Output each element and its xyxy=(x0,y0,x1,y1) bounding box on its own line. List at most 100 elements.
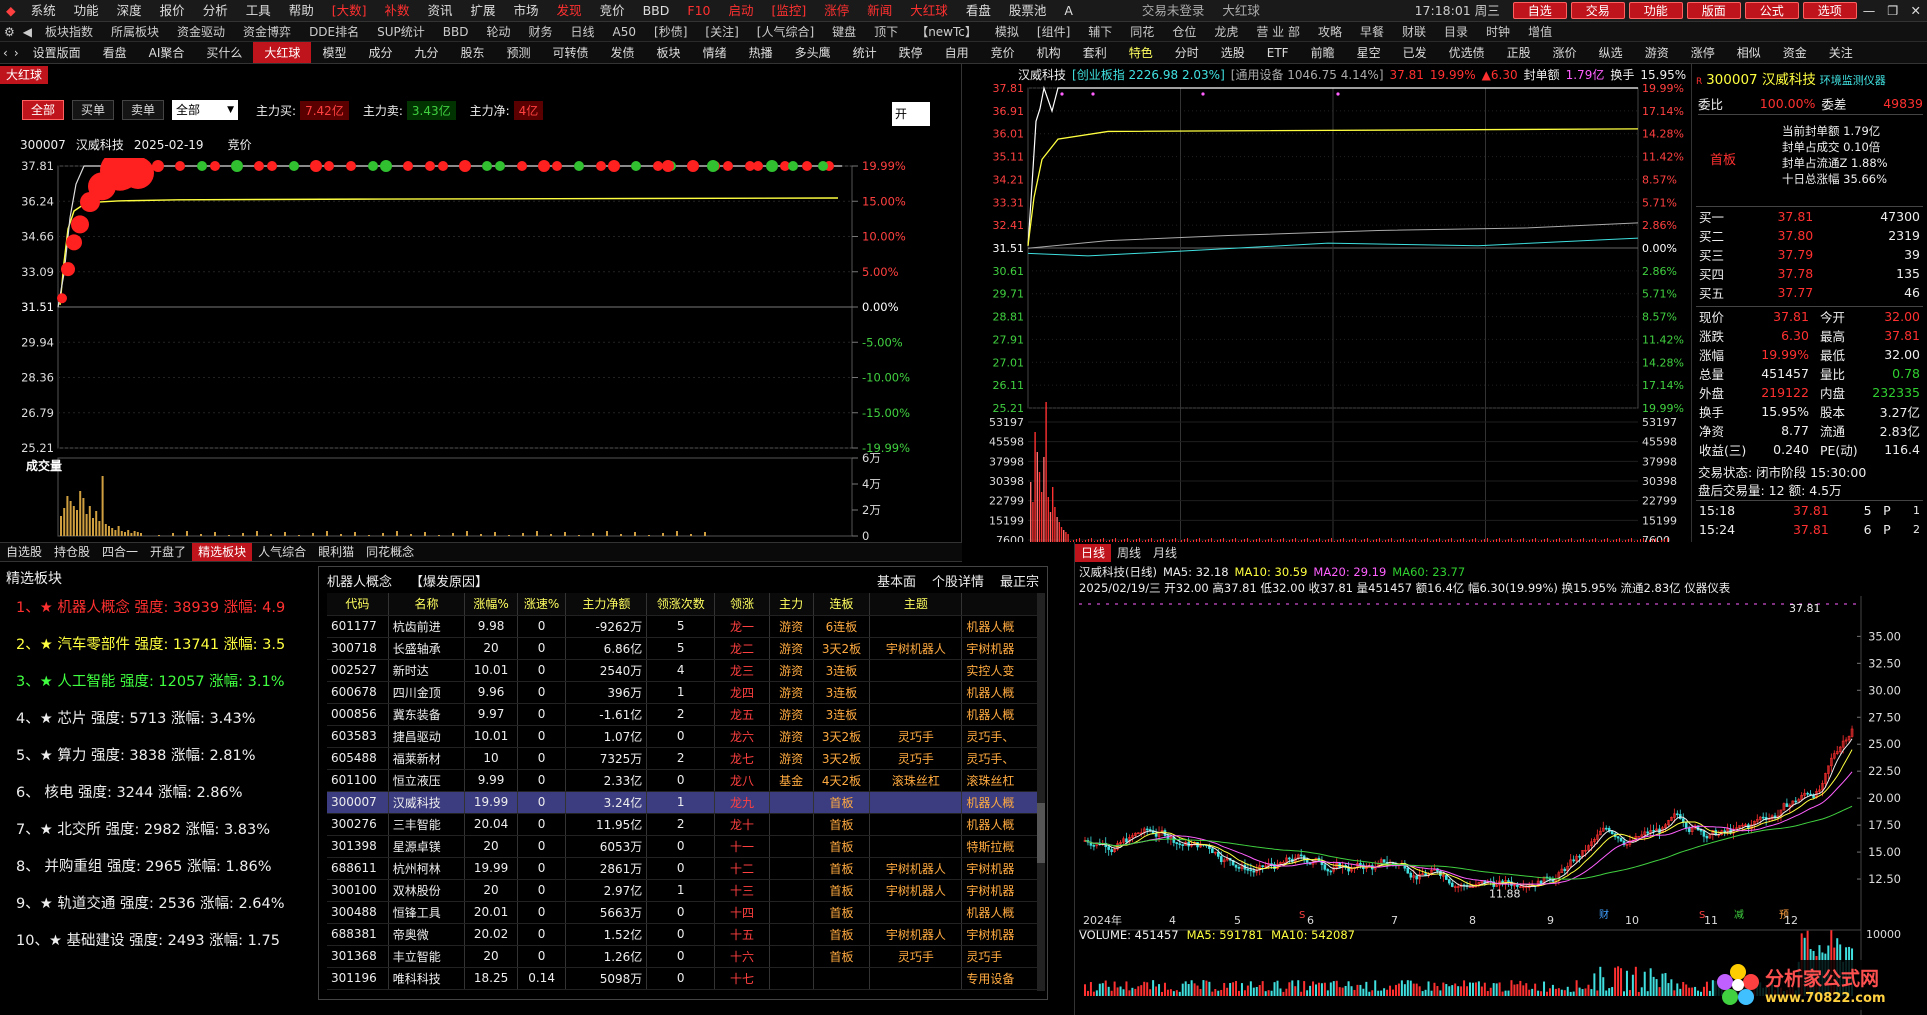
menu-item[interactable]: 市场 xyxy=(505,0,548,21)
nav-item[interactable]: 资金 xyxy=(1772,42,1818,63)
bottom-tab[interactable]: 人气综合 xyxy=(252,543,312,561)
menu-item[interactable]: 发现 xyxy=(548,0,591,21)
table-row[interactable]: 300718 长盛轴承 20 0 6.86亿 5 龙二 游资 3天2板 宇树机器人 宇树机器 xyxy=(327,637,1039,660)
toolbar-item[interactable]: 龙虎 xyxy=(1205,22,1247,41)
nav-item[interactable]: 跌停 xyxy=(888,42,934,63)
menu-item[interactable]: 深度 xyxy=(108,0,151,21)
toolbar-item[interactable]: 仓位 xyxy=(1163,22,1205,41)
nav-item[interactable]: 套利 xyxy=(1072,42,1118,63)
table-row[interactable]: 300007 汉威科技 19.99 0 3.24亿 1 龙九 首板 机器人概 xyxy=(327,791,1039,814)
bottom-tab[interactable]: 眼利猫 xyxy=(312,543,360,561)
toolbar-item[interactable]: 早餐 xyxy=(1351,22,1393,41)
nav-item[interactable]: 优选债 xyxy=(1438,42,1496,63)
nav-item[interactable]: 可转债 xyxy=(542,42,600,63)
toolbar-item[interactable]: DDE排名 xyxy=(300,22,368,41)
nav-item[interactable]: 星空 xyxy=(1346,42,1392,63)
nav-item[interactable]: 竞价 xyxy=(980,42,1026,63)
filter-all-button[interactable]: 全部 xyxy=(22,100,65,120)
formula-button[interactable]: 公式 xyxy=(1744,2,1799,19)
toolbar-item[interactable]: 键盘 xyxy=(823,22,865,41)
nav-item[interactable]: 预测 xyxy=(496,42,542,63)
toolbar-item[interactable]: SUP统计 xyxy=(368,22,434,41)
menu-item[interactable]: 大红球 xyxy=(901,0,957,21)
nav-item[interactable]: 正股 xyxy=(1496,42,1542,63)
nav-item[interactable]: 买什么 xyxy=(195,42,253,63)
nav-item[interactable]: 特色 xyxy=(1118,42,1164,63)
toolbar-item[interactable]: 模拟 xyxy=(986,22,1028,41)
menu-item[interactable]: 系统 xyxy=(22,0,65,21)
toolbar-item[interactable]: [人气综合] xyxy=(748,22,823,41)
bottom-tab[interactable]: 开盘了 xyxy=(144,543,192,561)
menu-item[interactable]: BBD xyxy=(634,0,679,21)
toolbar-item[interactable]: 板块指数 xyxy=(36,22,102,41)
column-header[interactable] xyxy=(961,593,1039,616)
most-authentic-link[interactable]: 最正宗 xyxy=(1000,571,1039,590)
menu-item[interactable]: F10 xyxy=(678,0,719,21)
close-icon[interactable]: ✕ xyxy=(1905,0,1927,21)
sector-item[interactable]: 7、★ 北交所 强度: 2982 涨幅: 3.83% xyxy=(16,812,316,849)
toolbar-item[interactable]: 所属板块 xyxy=(102,22,168,41)
menu-item[interactable]: 补数 xyxy=(376,0,419,21)
column-header[interactable]: 涨幅% xyxy=(464,593,518,616)
open-button[interactable]: 开 xyxy=(892,102,930,126)
event-marker-icon[interactable]: 财 xyxy=(1599,908,1609,921)
sector-item[interactable]: 4、★ 芯片 强度: 5713 涨幅: 3.43% xyxy=(16,701,316,738)
menu-item[interactable]: 资讯 xyxy=(419,0,462,21)
back-icon[interactable]: ◀ xyxy=(19,22,36,41)
table-row[interactable]: 300100 双林股份 20 0 2.97亿 1 十三 首板 宇树机器人 宇树机器 xyxy=(327,879,1039,902)
table-row[interactable]: 301368 丰立智能 20 0 1.26亿 0 十六 首板 灵巧手 灵巧手 xyxy=(327,945,1039,968)
sector-item[interactable]: 9、★ 轨道交通 强度: 2536 涨幅: 2.64% xyxy=(16,886,316,923)
table-row[interactable]: 301196 唯科科技 18.25 0.14 5098万 0 十七 专用设备 xyxy=(327,967,1039,990)
toolbar-item[interactable]: 财务 xyxy=(520,22,562,41)
nav-item[interactable]: 纵选 xyxy=(1588,42,1634,63)
function-button[interactable]: 功能 xyxy=(1628,2,1683,19)
nav-item[interactable]: 大红球 xyxy=(253,42,312,63)
grid-scrollbar[interactable] xyxy=(1037,593,1045,991)
event-marker-icon[interactable]: 减 xyxy=(1734,909,1744,921)
menu-item[interactable]: A xyxy=(1055,0,1082,21)
layout-button[interactable]: 版面 xyxy=(1686,2,1741,19)
nav-item[interactable]: 关注 xyxy=(1818,42,1864,63)
trade-button[interactable]: 交易 xyxy=(1570,2,1625,19)
nav-item[interactable]: 多头鹰 xyxy=(784,42,842,63)
table-row[interactable]: 601100 恒立液压 9.99 0 2.33亿 0 龙八 基金 4天2板 滚珠丝杠 滚珠丝杠 xyxy=(327,769,1039,792)
table-row[interactable]: 000856 冀东装备 9.97 0 -1.61亿 2 龙五 游资 3连板 机器人概 xyxy=(327,703,1039,726)
table-row[interactable]: 301398 星源卓镁 20 0 6053万 0 十一 首板 特斯拉概 xyxy=(327,835,1039,858)
toolbar-item[interactable]: 攻略 xyxy=(1309,22,1351,41)
toolbar-item[interactable]: 财联 xyxy=(1393,22,1435,41)
nav-item[interactable]: 板块 xyxy=(646,42,692,63)
menu-item[interactable]: 帮助 xyxy=(280,0,323,21)
column-header[interactable]: 领涨 xyxy=(714,593,770,616)
column-header[interactable]: 连板 xyxy=(813,593,871,616)
menu-item[interactable]: 启动 xyxy=(719,0,762,21)
table-row[interactable]: 601177 杭齿前进 9.98 0 -9262万 5 龙一 游资 6连板 机器人概 xyxy=(327,615,1039,638)
kline-period-tab[interactable]: 月线 xyxy=(1147,544,1183,562)
sector-item[interactable]: 8、 并购重组 强度: 2965 涨幅: 1.86% xyxy=(16,849,316,886)
toolbar-item[interactable]: 顶下 xyxy=(865,22,907,41)
menu-item[interactable]: 分析 xyxy=(194,0,237,21)
stock-detail-link[interactable]: 个股详情 xyxy=(932,571,984,590)
nav-item[interactable]: 发债 xyxy=(600,42,646,63)
toolbar-item[interactable]: 日线 xyxy=(562,22,604,41)
toolbar-item[interactable]: 目录 xyxy=(1435,22,1477,41)
nav-item[interactable]: 选股 xyxy=(1210,42,1256,63)
menu-item[interactable]: 扩展 xyxy=(462,0,505,21)
toolbar-item[interactable]: 资金博弈 xyxy=(234,22,300,41)
toolbar-item[interactable]: 资金驱动 xyxy=(168,22,234,41)
nav-item[interactable]: 设置版面 xyxy=(22,42,92,63)
column-header[interactable]: 名称 xyxy=(388,593,466,616)
nav-item[interactable]: 股东 xyxy=(449,42,495,63)
nav-item[interactable]: 自用 xyxy=(934,42,980,63)
menu-item[interactable]: 看盘 xyxy=(957,0,1000,21)
table-row[interactable]: 605488 福莱新材 10 0 7325万 2 龙七 游资 3天2板 灵巧手 灵巧手、 xyxy=(327,747,1039,770)
table-row[interactable]: 300276 三丰智能 20.04 0 11.95亿 2 龙十 首板 机器人概 xyxy=(327,813,1039,836)
sector-item[interactable]: 6、 核电 强度: 3244 涨幅: 2.86% xyxy=(16,775,316,812)
sector-item[interactable]: 10、★ 基础建设 强度: 2493 涨幅: 1.75 xyxy=(16,923,316,960)
login-status[interactable]: 交易未登录 xyxy=(1082,0,1214,21)
restore-icon[interactable]: ❐ xyxy=(1881,0,1904,21)
toolbar-item[interactable]: 轮动 xyxy=(478,22,520,41)
nav-item[interactable]: 涨停 xyxy=(1680,42,1726,63)
toolbar-item[interactable]: 时钟 xyxy=(1477,22,1519,41)
menu-item[interactable]: 竞价 xyxy=(591,0,634,21)
menu-item[interactable]: [监控] xyxy=(763,0,816,21)
